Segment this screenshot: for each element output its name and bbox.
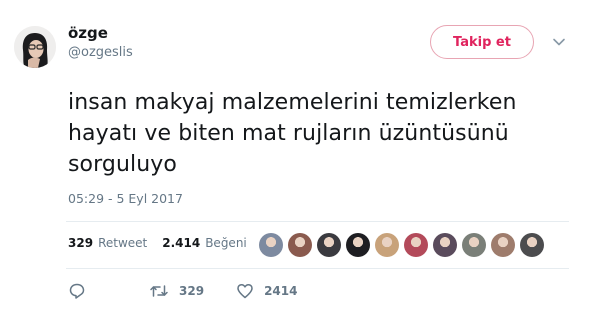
- action-bar: 329 2414: [68, 282, 297, 300]
- reply-button[interactable]: [68, 282, 86, 300]
- liker-avatar[interactable]: [520, 233, 544, 257]
- heart-icon: [237, 283, 253, 299]
- retweet-action-count: 329: [179, 284, 205, 298]
- tweet-text-line: sorguluyo: [68, 152, 177, 177]
- liker-avatar[interactable]: [288, 233, 312, 257]
- liker-avatars: [259, 233, 549, 257]
- retweet-stat-count: 329: [68, 236, 94, 250]
- reply-icon: [69, 283, 85, 299]
- like-stat[interactable]: 2.414 Beğeni: [162, 236, 247, 250]
- chevron-down-icon[interactable]: [551, 34, 567, 50]
- divider: [66, 268, 569, 269]
- retweet-button[interactable]: 329: [149, 282, 204, 300]
- retweet-icon: [150, 285, 168, 297]
- user-handle[interactable]: @ozgeslis: [68, 45, 133, 60]
- divider: [66, 221, 569, 222]
- liker-avatar[interactable]: [491, 233, 515, 257]
- like-action-count: 2414: [264, 284, 298, 298]
- retweet-stat[interactable]: 329 Retweet: [68, 236, 147, 250]
- liker-avatar[interactable]: [433, 233, 457, 257]
- user-avatar[interactable]: [14, 26, 56, 68]
- tweet-text-line: insan makyaj malzemelerini temizlerken: [68, 90, 517, 115]
- like-stat-count: 2.414: [162, 236, 201, 250]
- liker-avatar[interactable]: [259, 233, 283, 257]
- user-avatar-image: [14, 26, 56, 68]
- engagement-stats: 329 Retweet 2.414 Beğeni: [68, 236, 247, 250]
- tweet-text-line: hayatı ve biten mat rujların üzüntüsünü: [68, 121, 509, 146]
- liker-avatar[interactable]: [317, 233, 341, 257]
- retweet-stat-label: Retweet: [98, 236, 148, 250]
- liker-avatar[interactable]: [346, 233, 370, 257]
- liker-avatar[interactable]: [462, 233, 486, 257]
- liker-avatar[interactable]: [404, 233, 428, 257]
- like-stat-label: Beğeni: [205, 236, 247, 250]
- tweet-text: insan makyaj malzemelerini temizlerken h…: [68, 87, 568, 180]
- liker-avatar[interactable]: [375, 233, 399, 257]
- display-name[interactable]: özge: [68, 24, 108, 42]
- follow-button[interactable]: Takip et: [430, 25, 534, 59]
- like-button[interactable]: 2414: [236, 282, 297, 300]
- tweet-timestamp[interactable]: 05:29 - 5 Eyl 2017: [68, 191, 183, 206]
